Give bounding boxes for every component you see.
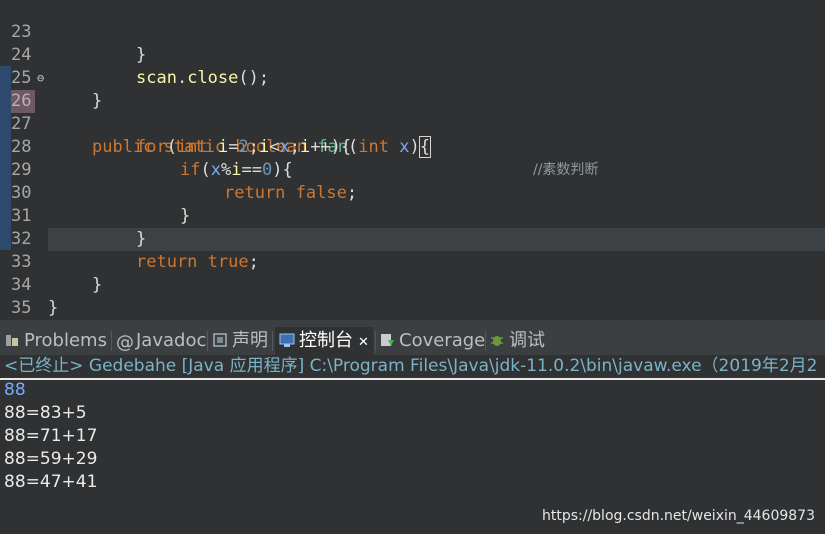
tab-coverage[interactable]: Coverage <box>379 327 485 355</box>
code-line-36[interactable]: 36 <box>0 297 825 320</box>
tab-divider <box>272 331 273 351</box>
panel-divider[interactable] <box>0 320 825 327</box>
code-line-32[interactable]: 32 return true; <box>0 205 825 272</box>
tab-debug[interactable]: 调试 <box>489 327 545 355</box>
code-line-31[interactable]: 31 } <box>0 182 825 249</box>
code-line-24[interactable]: 24 scan.close(); <box>0 21 825 88</box>
console-status-line: <已终止> Gedebahe [Java 应用程序] C:\Program Fi… <box>4 356 818 376</box>
coverage-icon <box>379 329 395 346</box>
code-line-26[interactable]: 26 ⊖ public static boolean fan(int x){ /… <box>0 67 825 178</box>
watermark: https://blog.csdn.net/weixin_44609873 <box>541 508 815 524</box>
tab-javadoc[interactable]: @ Javadoc <box>116 327 206 355</box>
code-editor[interactable]: 23 } 24 scan.close(); 25 } 26 ⊖ public s… <box>0 0 825 320</box>
tab-divider <box>375 331 376 351</box>
code-line-35[interactable]: 35 <box>0 274 825 318</box>
panel-tab-bar: Problems @ Javadoc 声明 控制台 ✕ Coverage 调试 <box>0 327 825 355</box>
tab-label: 声明 <box>232 330 268 351</box>
console-icon <box>279 329 295 347</box>
close-tab-icon[interactable]: ✕ <box>358 335 369 350</box>
tab-declaration[interactable]: 声明 <box>212 327 268 355</box>
tab-divider <box>207 331 208 351</box>
fold-collapse-icon[interactable]: ⊖ <box>37 67 44 90</box>
tab-problems[interactable]: Problems <box>4 327 107 355</box>
bug-icon <box>489 329 505 346</box>
console-output-line: 88=71+17 <box>4 426 98 446</box>
console-output-line: 88=47+41 <box>4 472 98 492</box>
problems-icon <box>4 329 20 346</box>
tab-divider <box>485 331 486 351</box>
tab-console[interactable]: 控制台 ✕ <box>275 327 373 355</box>
tab-label: Problems <box>24 330 107 351</box>
console-output-line: 88=59+29 <box>4 449 98 469</box>
code-line-23[interactable]: 23 } <box>0 0 825 65</box>
console-panel: Problems @ Javadoc 声明 控制台 ✕ Coverage 调试 <已… <box>0 320 825 534</box>
console-input-line: 88 <box>4 380 26 400</box>
tab-label: 控制台 <box>299 330 353 351</box>
code-line-25[interactable]: 25 } <box>0 44 825 111</box>
declaration-icon <box>212 329 228 347</box>
tab-divider <box>111 331 112 351</box>
code-line-29[interactable]: 29 return false; <box>0 136 825 203</box>
tab-label: Coverage <box>399 330 486 351</box>
code-line-27[interactable]: 27 for(int i=2;i<x;i++){ <box>0 90 825 157</box>
console-header-divider <box>0 378 825 380</box>
code-line-34[interactable]: 34 } <box>0 251 825 318</box>
tab-label: Javadoc <box>136 330 207 351</box>
at-icon: @ <box>116 332 134 353</box>
code-line-30[interactable]: 30 } <box>0 159 825 226</box>
code-line-33[interactable]: 33 } <box>0 228 825 295</box>
code-line-28[interactable]: 28 if(x%i==0){ <box>0 113 825 180</box>
console-output-line: 88=83+5 <box>4 403 87 423</box>
tab-label: 调试 <box>509 330 545 351</box>
